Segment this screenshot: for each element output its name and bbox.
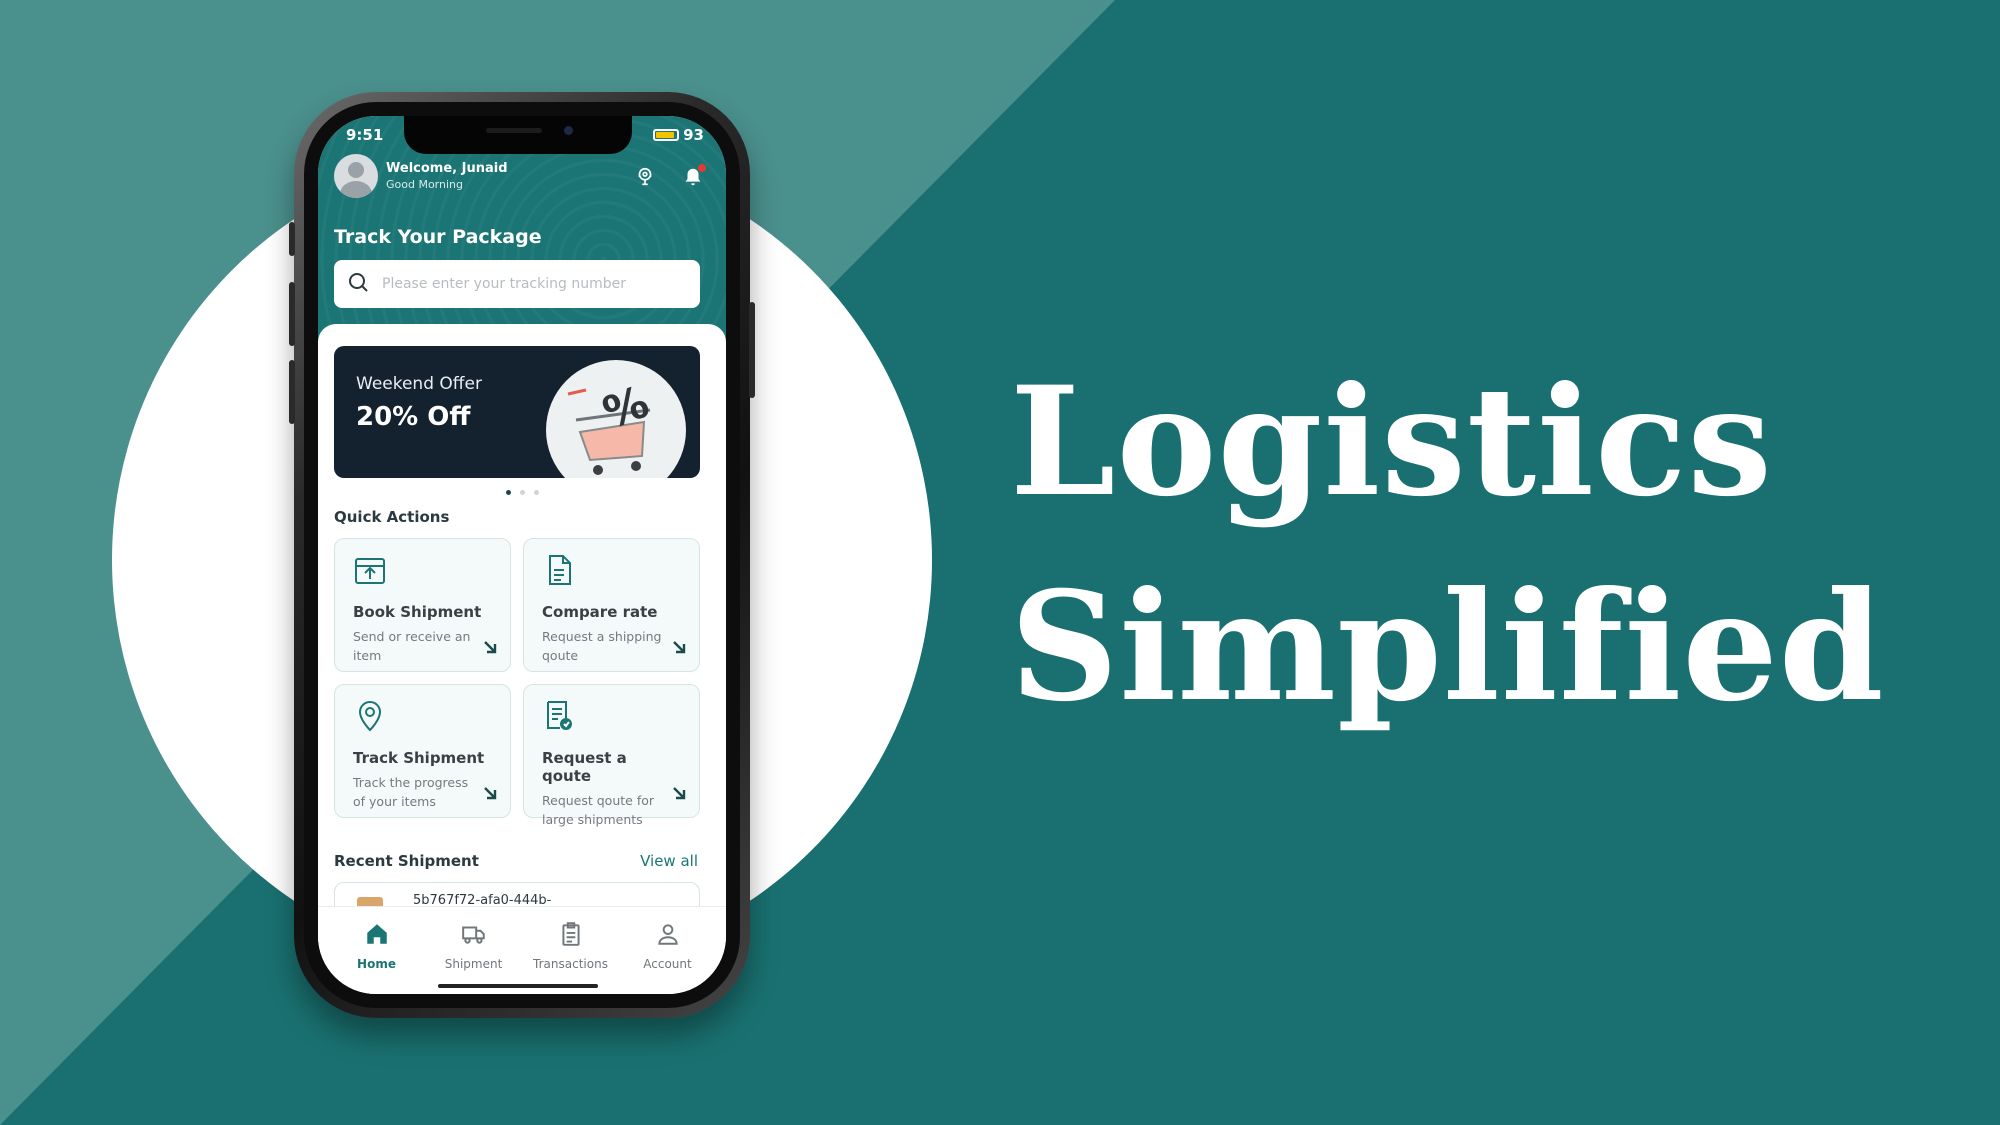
status-time: 9:51 xyxy=(346,126,384,144)
headline-line-2: Simplified xyxy=(1010,559,1885,735)
quick-action-track-shipment[interactable]: Track Shipment Track the progress of you… xyxy=(334,684,511,818)
quick-action-name: Track Shipment xyxy=(353,749,485,767)
tab-label: Home xyxy=(357,957,396,971)
bottom-tab-bar: Home Shipment Transactions Account xyxy=(318,906,726,994)
carousel-dot[interactable] xyxy=(533,490,539,495)
greeting-text: Good Morning xyxy=(386,178,463,191)
document-icon xyxy=(542,553,576,587)
quote-document-icon xyxy=(542,699,576,733)
quick-action-request-quote[interactable]: Request a qoute Request qoute for large … xyxy=(523,684,700,827)
quick-action-description: Track the progress of your items xyxy=(353,775,469,809)
tab-account[interactable]: Account xyxy=(623,907,713,994)
welcome-text: Welcome, Junaid xyxy=(386,161,508,176)
avatar[interactable] xyxy=(334,154,378,198)
tab-label: Shipment xyxy=(444,957,503,971)
volume-down-button xyxy=(289,360,295,424)
carousel-dots[interactable] xyxy=(318,490,726,495)
offer-banner[interactable]: Weekend Offer 20% Off % xyxy=(334,346,700,478)
tab-label: Account xyxy=(643,957,692,971)
home-icon xyxy=(364,921,390,951)
arrow-down-right-icon xyxy=(671,639,687,659)
mute-switch xyxy=(289,222,295,256)
box-upload-icon xyxy=(353,553,387,587)
bell-icon[interactable] xyxy=(682,164,706,192)
discount-cart-icon: % xyxy=(567,376,655,475)
truck-icon xyxy=(461,921,487,951)
carousel-dot[interactable] xyxy=(519,490,525,495)
offer-label: Weekend Offer xyxy=(356,374,482,394)
tab-shipment[interactable]: Shipment xyxy=(429,907,519,994)
app-screen: 9:51 93 Welcome, Junaid Good Morning Tra… xyxy=(318,116,726,994)
support-icon[interactable] xyxy=(634,166,656,192)
tracking-number-input[interactable] xyxy=(382,276,682,292)
phone-mockup: 9:51 93 Welcome, Junaid Good Morning Tra… xyxy=(289,92,755,1018)
content-panel: Weekend Offer 20% Off % Quick Actions Bo… xyxy=(318,324,726,994)
quick-action-description: Request qoute for large shipments xyxy=(542,793,655,827)
quick-action-description: Request a shipping qoute xyxy=(542,629,662,663)
search-icon xyxy=(346,270,370,298)
headline-line-1: Logistics xyxy=(1010,354,1773,530)
quick-action-book-shipment[interactable]: Book Shipment Send or receive an item xyxy=(334,538,511,672)
quick-actions-grid: Book Shipment Send or receive an item Co xyxy=(334,538,700,827)
offer-illustration: % xyxy=(546,360,686,478)
quick-action-description: Send or receive an item xyxy=(353,629,471,663)
home-indicator xyxy=(438,984,598,988)
volume-up-button xyxy=(289,282,295,346)
recent-shipment-title: Recent Shipment xyxy=(334,852,479,870)
battery-icon xyxy=(653,129,680,141)
offer-headline: 20% Off xyxy=(356,402,471,432)
tab-home[interactable]: Home xyxy=(332,907,422,994)
tab-transactions[interactable]: Transactions xyxy=(526,907,616,994)
headline: Logistics Simplified xyxy=(1010,340,1910,750)
location-pin-icon xyxy=(353,699,387,733)
quick-action-name: Compare rate xyxy=(542,603,658,621)
clipboard-icon xyxy=(558,921,584,951)
quick-action-name: Book Shipment xyxy=(353,603,482,621)
tracking-search-box[interactable] xyxy=(334,260,700,308)
arrow-down-right-icon xyxy=(671,785,687,805)
carousel-dot[interactable] xyxy=(505,490,511,495)
power-button xyxy=(749,302,755,398)
arrow-down-right-icon xyxy=(482,639,498,659)
status-battery: 93 xyxy=(653,126,704,144)
track-title: Track Your Package xyxy=(334,226,542,248)
quick-actions-title: Quick Actions xyxy=(334,508,450,526)
notch xyxy=(404,116,632,154)
user-icon xyxy=(655,921,681,951)
quick-action-compare-rate[interactable]: Compare rate Request a shipping qoute xyxy=(523,538,700,672)
notification-dot xyxy=(698,164,706,172)
battery-percent: 93 xyxy=(683,126,704,144)
tab-label: Transactions xyxy=(533,957,608,971)
quick-action-name: Request a qoute xyxy=(542,749,627,785)
arrow-down-right-icon xyxy=(482,785,498,805)
welcome-block: Welcome, Junaid Good Morning xyxy=(334,154,508,198)
view-all-link[interactable]: View all xyxy=(640,852,698,870)
